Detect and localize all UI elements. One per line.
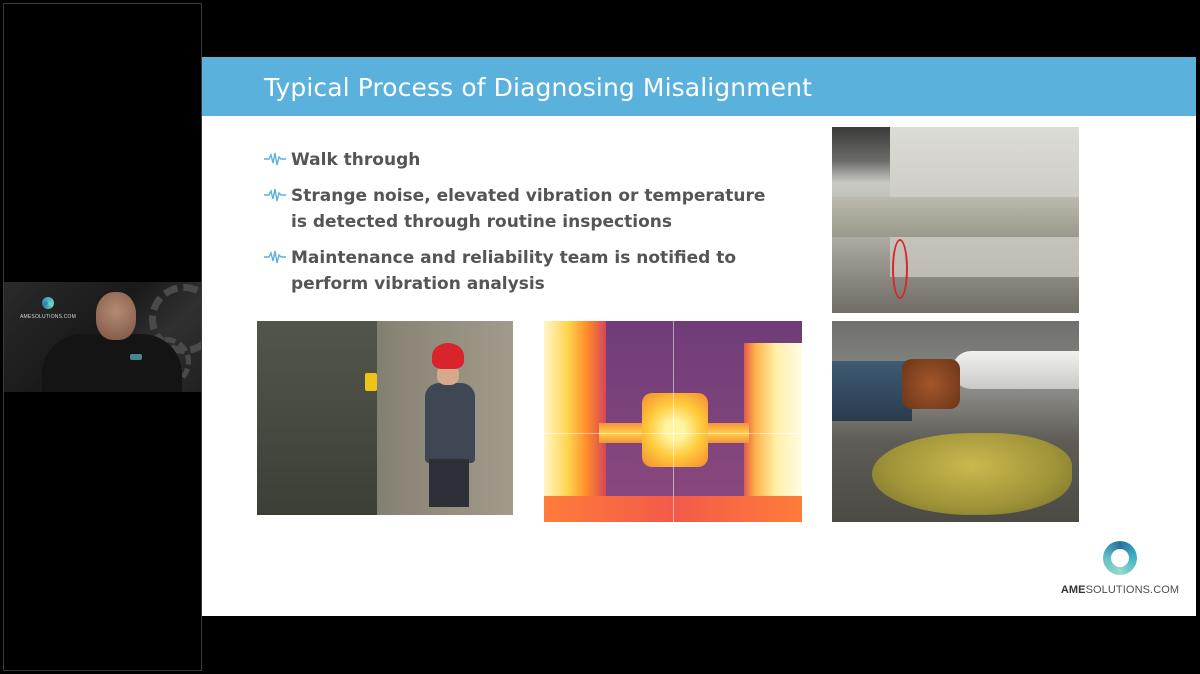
brand-name: AMESOLUTIONS.COM [1060,584,1180,596]
presentation-slide: Typical Process of Diagnosing Misalignme… [202,57,1196,616]
slide-title: Typical Process of Diagnosing Misalignme… [264,73,812,102]
crosshair-horizontal [544,433,802,434]
thermal-hot-zone-right [744,343,802,503]
technician-torso [425,383,475,463]
cracked-foundation-photo [832,127,1079,313]
bullet-item: Walk through [264,147,784,173]
pump-leak-photo [832,321,1079,522]
waveform-icon [264,250,286,264]
presenter-webcam-video[interactable]: AMESOLUTIONS.COM [4,282,201,392]
slide-header-bar: Typical Process of Diagnosing Misalignme… [202,57,1196,116]
presenter-body [42,334,182,392]
swirl-logo-icon [1103,541,1137,575]
white-pipe [952,351,1079,389]
bullet-item: Maintenance and reliability team is noti… [264,245,784,297]
bullet-text: Strange noise, elevated vibration or tem… [291,186,766,232]
concrete-ledge [832,197,1079,237]
brand-logo: AMESOLUTIONS.COM [1060,541,1180,596]
swirl-logo-icon [42,297,54,309]
brand-name-bold: AME [1060,584,1086,596]
brand-name-rest: SOLUTIONS.COM [1085,584,1180,596]
bullet-item: Strange noise, elevated vibration or tem… [264,183,784,235]
webcam-logo-text: AMESOLUTIONS.COM [20,314,76,320]
crosshair-vertical [673,321,674,522]
technician-with-thermometer-photo [257,321,513,515]
thermal-hot-zone-left [544,321,606,522]
thermal-coupling [642,393,708,467]
meeting-stage: AMESOLUTIONS.COM Typical Process of Diag… [0,0,1200,674]
shirt-logo [130,354,142,360]
bullet-text: Maintenance and reliability team is noti… [291,248,737,294]
rusted-coupling [902,359,960,409]
technician-legs [429,459,469,507]
oil-puddle [872,433,1072,515]
bullet-list: Walk through Strange noise, elevated vib… [264,147,784,307]
pump-motor [832,361,912,421]
ir-thermometer [365,373,377,391]
hard-hat [432,343,464,369]
machine-housing [257,321,377,515]
crack-highlight-marker [892,239,908,299]
thermal-image-photo [544,321,802,522]
waveform-icon [264,152,286,166]
waveform-icon [264,188,286,202]
bullet-text: Walk through [291,150,421,170]
presenter-head [96,292,136,340]
webcam-logo: AMESOLUTIONS.COM [18,296,78,320]
